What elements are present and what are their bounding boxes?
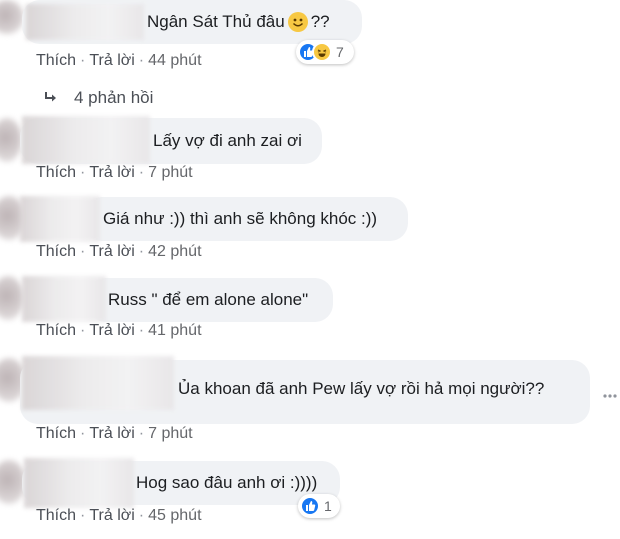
separator: · (138, 52, 145, 69)
like-button[interactable]: Thích (36, 425, 76, 442)
reply-arrow-icon (42, 90, 60, 106)
separator: · (138, 243, 145, 260)
separator: · (80, 507, 86, 524)
like-button[interactable]: Thích (36, 322, 76, 339)
comment-actions: Thích · Trả lời · 42 phút (36, 243, 202, 261)
replies-label: 4 phản hồi (74, 88, 154, 107)
commenter-name[interactable] (24, 458, 134, 508)
separator: · (138, 322, 145, 339)
comment-time[interactable]: 41 phút (148, 322, 201, 339)
comment-time[interactable]: 7 phút (148, 425, 192, 442)
comment-text: Ngân Sát Thủ đâu (147, 12, 285, 31)
like-button[interactable]: Thích (36, 507, 76, 524)
reply-button[interactable]: Trả lời (89, 164, 134, 181)
like-button[interactable]: Thích (36, 164, 76, 181)
like-button[interactable]: Thích (36, 52, 76, 69)
separator: · (80, 164, 86, 181)
comment-time[interactable]: 45 phút (148, 507, 201, 524)
reaction-summary[interactable]: 7 (296, 40, 354, 64)
comment-actions: Thích · Trả lời · 44 phút (36, 52, 202, 70)
comment-text: Lấy vợ đi anh zai ơi (153, 131, 302, 150)
view-replies-link[interactable]: 4 phản hồi (42, 88, 153, 108)
comment-text-suffix: ?? (310, 12, 330, 31)
comment-bubble: Russ " để em alone alone" (88, 278, 333, 322)
comment-text: Russ " để em alone alone" (108, 290, 309, 309)
comment-actions: Thích · Trả lời · 41 phút (36, 322, 202, 340)
comment-text: Hog sao đâu anh ơi :)))) (136, 473, 318, 492)
reply-button[interactable]: Trả lời (89, 425, 134, 442)
separator: · (80, 52, 86, 69)
comment-time[interactable]: 42 phút (148, 243, 201, 260)
reply-button[interactable]: Trả lời (89, 507, 134, 524)
reply-button[interactable]: Trả lời (89, 243, 134, 260)
like-button[interactable]: Thích (36, 243, 76, 260)
separator: · (138, 507, 145, 524)
separator: · (80, 425, 86, 442)
like-icon (300, 496, 320, 516)
commenter-name[interactable] (26, 4, 144, 40)
comment-actions: Thích · Trả lời · 7 phút (36, 164, 193, 182)
comment-text: Giá như :)) thì anh sẽ không khóc :)) (103, 209, 378, 228)
comment-actions: Thích · Trả lời · 45 phút (36, 507, 202, 525)
reply-button[interactable]: Trả lời (89, 52, 134, 69)
commenter-name[interactable] (22, 276, 106, 322)
commenter-name[interactable] (22, 356, 174, 410)
reaction-count: 7 (336, 44, 344, 60)
separator: · (80, 322, 86, 339)
smile-emoji-icon (287, 12, 308, 32)
reaction-count: 1 (324, 498, 332, 514)
avatar[interactable] (0, 276, 24, 320)
reaction-summary[interactable]: 1 (298, 494, 340, 518)
commenter-name[interactable] (20, 196, 100, 242)
commenter-name[interactable] (22, 116, 150, 164)
separator: · (138, 425, 145, 442)
comment-actions: Thích · Trả lời · 7 phút (36, 425, 193, 443)
reply-button[interactable]: Trả lời (89, 322, 134, 339)
haha-icon (312, 42, 332, 62)
separator: · (138, 164, 145, 181)
separator: · (80, 243, 86, 260)
comment-time[interactable]: 44 phút (148, 52, 201, 69)
comment-bubble: Giá như :)) thì anh sẽ không khóc :)) (84, 197, 408, 241)
avatar[interactable] (0, 0, 24, 34)
comment-time[interactable]: 7 phút (148, 164, 192, 181)
comment-text: Ủa khoan đã anh Pew lấy vợ rồi hả mọi ng… (178, 379, 545, 398)
avatar[interactable] (0, 118, 22, 162)
more-options-icon[interactable] (603, 385, 617, 401)
